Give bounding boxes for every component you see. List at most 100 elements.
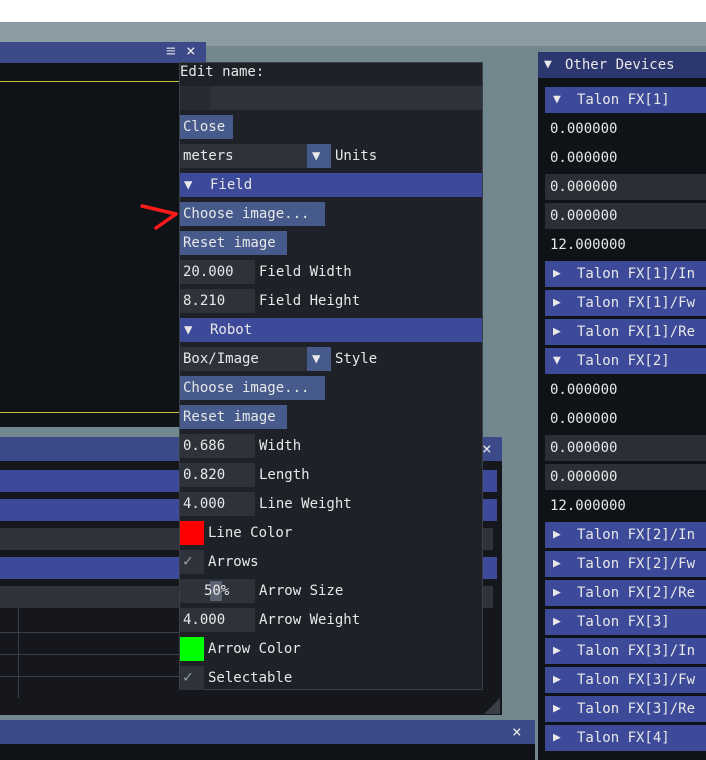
device-value-text: 12.000000 — [550, 237, 626, 253]
device-value[interactable]: 0.000000 — [545, 116, 706, 142]
check-icon: ✓ — [183, 667, 193, 686]
line-color-swatch[interactable] — [180, 521, 204, 545]
arrows-checkbox[interactable]: ✓ — [180, 550, 204, 574]
field-choose-image-button[interactable]: Choose image... — [180, 202, 325, 226]
device-value-text: 0.000000 — [550, 440, 618, 456]
device-tree-node[interactable]: ▶ Talon FX[3] — [545, 609, 706, 635]
check-icon: ✓ — [183, 551, 193, 570]
selectable-label: Selectable — [208, 670, 293, 686]
collapsed-icon: ▶ — [553, 701, 561, 716]
other-devices-titlebar[interactable]: ▼ Other Devices — [538, 52, 706, 78]
grid-line — [0, 632, 180, 633]
device-value-text: 0.000000 — [550, 208, 618, 224]
device-node-label: Talon FX[4] — [577, 730, 670, 746]
device-value[interactable]: 0.000000 — [545, 377, 706, 403]
collapsed-icon: ▶ — [553, 527, 561, 542]
arrow-weight-input[interactable]: 4.000 — [180, 608, 255, 632]
collapsed-icon: ▶ — [553, 585, 561, 600]
close-icon[interactable]: × — [512, 724, 522, 740]
arrow-color-swatch[interactable] — [180, 637, 204, 661]
expanded-icon: ▼ — [553, 353, 561, 368]
device-tree-node[interactable]: ▶ Talon FX[1]/Re — [545, 319, 706, 345]
field-section-header[interactable]: ▼ Field — [180, 173, 482, 197]
collapsed-icon: ▶ — [553, 556, 561, 571]
robot-section-header[interactable]: ▼ Robot — [180, 318, 482, 342]
device-value-text: 0.000000 — [550, 150, 618, 166]
field-window[interactable] — [0, 42, 206, 427]
device-tree-node[interactable]: ▼ Talon FX[1] — [545, 87, 706, 113]
chevron-down-icon: ▼ — [312, 148, 321, 164]
close-button[interactable]: Close — [180, 115, 233, 139]
expanded-icon: ▼ — [184, 177, 193, 193]
device-node-label: Talon FX[3]/In — [577, 643, 696, 659]
arrow-size-slider[interactable]: 50% — [180, 579, 255, 603]
field-boundary-line-top — [0, 81, 206, 82]
device-value-input[interactable]: 0.000000 — [545, 174, 706, 200]
field-height-label: Field Height — [259, 293, 361, 309]
robot-choose-image-button[interactable]: Choose image... — [180, 376, 325, 400]
robot-length-input[interactable]: 0.820 — [180, 463, 255, 487]
device-tree-node[interactable]: ▶ Talon FX[1]/Fw — [545, 290, 706, 316]
close-icon[interactable]: × — [186, 43, 196, 59]
device-tree-node[interactable]: ▶ Talon FX[2]/Fw — [545, 551, 706, 577]
arrow-size-label: Arrow Size — [259, 583, 344, 599]
other-devices-title: Other Devices — [565, 57, 675, 73]
style-dropdown-button[interactable]: ▼ — [307, 347, 331, 371]
device-value-input[interactable]: 0.000000 — [545, 435, 706, 461]
device-node-label: Talon FX[1] — [577, 92, 670, 108]
collapsed-icon: ▶ — [553, 614, 561, 629]
collapsed-icon: ▶ — [553, 324, 561, 339]
selectable-checkbox[interactable]: ✓ — [180, 666, 204, 690]
collapsed-icon: ▶ — [553, 730, 561, 745]
units-label: Units — [335, 148, 378, 164]
device-value-text: 0.000000 — [550, 382, 618, 398]
device-tree-node[interactable]: ▶ Talon FX[3]/Re — [545, 696, 706, 722]
robot-length-label: Length — [259, 467, 310, 483]
device-node-label: Talon FX[1]/In — [577, 266, 696, 282]
device-tree-node[interactable]: ▶ Talon FX[3]/Fw — [545, 667, 706, 693]
robot-width-label: Width — [259, 438, 302, 454]
style-select[interactable]: Box/Image — [180, 347, 307, 371]
collapsed-icon: ▶ — [553, 266, 561, 281]
expanded-icon: ▼ — [184, 322, 193, 338]
device-node-label: Talon FX[1]/Fw — [577, 295, 696, 311]
arrow-weight-label: Arrow Weight — [259, 612, 361, 628]
field-width-label: Field Width — [259, 264, 352, 280]
close-icon[interactable]: × — [482, 441, 492, 457]
device-tree-node[interactable]: ▶ Talon FX[2]/Re — [545, 580, 706, 606]
device-tree-node[interactable]: ▼ Talon FX[2] — [545, 348, 706, 374]
device-tree-node[interactable]: ▶ Talon FX[1]/In — [545, 261, 706, 287]
units-dropdown-button[interactable]: ▼ — [307, 144, 331, 168]
robot-reset-image-button[interactable]: Reset image — [180, 405, 287, 429]
line-weight-input[interactable]: 4.000 — [180, 492, 255, 516]
edit-name-input[interactable] — [180, 86, 482, 110]
device-value-input[interactable]: 0.000000 — [545, 203, 706, 229]
device-node-label: Talon FX[1]/Re — [577, 324, 696, 340]
field-reset-image-button[interactable]: Reset image — [180, 231, 287, 255]
device-tree-node[interactable]: ▶ Talon FX[3]/In — [545, 638, 706, 664]
field-boundary-line-bottom — [0, 412, 206, 413]
device-node-label: Talon FX[2]/In — [577, 527, 696, 543]
units-select[interactable]: meters — [180, 144, 307, 168]
expanded-icon: ▼ — [553, 92, 561, 107]
device-node-label: Talon FX[3]/Fw — [577, 672, 696, 688]
device-tree-node[interactable]: ▶ Talon FX[2]/In — [545, 522, 706, 548]
grid-line — [0, 654, 180, 655]
resize-grip-icon[interactable] — [484, 698, 500, 714]
annotation-arrow-icon — [140, 204, 178, 230]
device-value[interactable]: 12.000000 — [545, 493, 706, 519]
device-value[interactable]: 0.000000 — [545, 406, 706, 432]
device-node-label: Talon FX[3]/Re — [577, 701, 696, 717]
device-value[interactable]: 12.000000 — [545, 232, 706, 258]
collapsed-icon: ▶ — [553, 672, 561, 687]
device-tree-node[interactable]: ▶ Talon FX[4] — [545, 725, 706, 751]
bottom-window-titlebar[interactable] — [0, 720, 535, 744]
menu-icon[interactable]: ≡ — [166, 43, 176, 59]
chevron-down-icon: ▼ — [312, 351, 321, 367]
field-width-input[interactable]: 20.000 — [180, 260, 255, 284]
arrow-color-label: Arrow Color — [208, 641, 301, 657]
field-height-input[interactable]: 8.210 — [180, 289, 255, 313]
robot-width-input[interactable]: 0.686 — [180, 434, 255, 458]
device-value-input[interactable]: 0.000000 — [545, 464, 706, 490]
device-value[interactable]: 0.000000 — [545, 145, 706, 171]
